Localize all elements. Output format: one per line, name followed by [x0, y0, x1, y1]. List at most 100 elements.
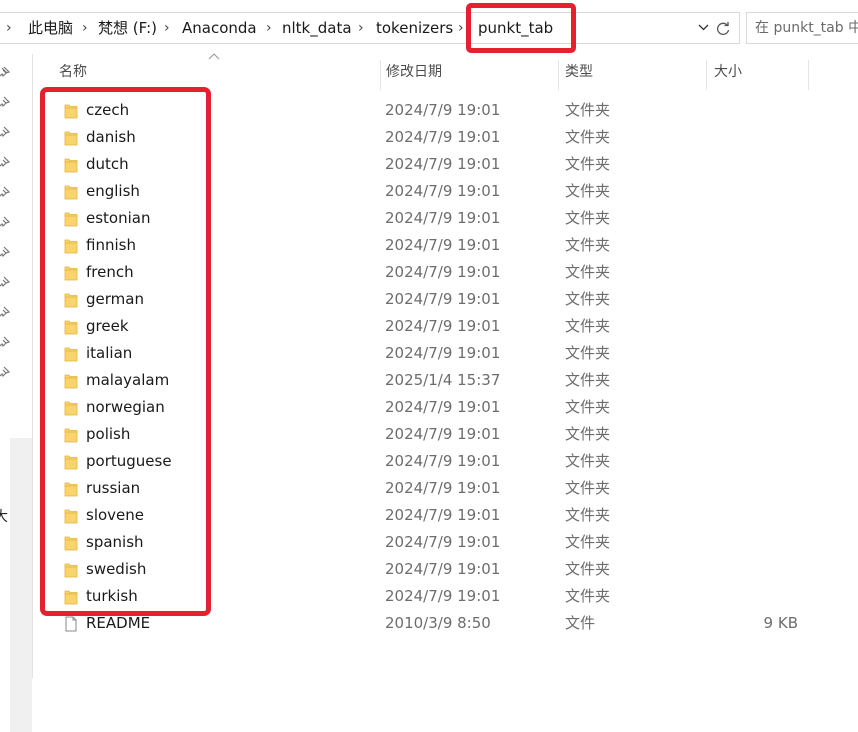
- file-date: 2024/7/9 19:01: [385, 317, 501, 335]
- nav-scrollbar[interactable]: [10, 438, 32, 732]
- pin-icon[interactable]: [0, 336, 10, 348]
- file-size: [726, 97, 798, 124]
- file-type: 文件夹: [565, 317, 611, 335]
- breadcrumb-separator[interactable]: ›: [82, 13, 88, 43]
- column-header-date[interactable]: 修改日期: [386, 56, 442, 88]
- file-size: [726, 232, 798, 259]
- file-type: 文件夹: [565, 101, 611, 119]
- file-type: 文件夹: [565, 560, 611, 578]
- breadcrumb-separator[interactable]: ›: [164, 13, 170, 43]
- file-size: [726, 556, 798, 583]
- file-size: [726, 529, 798, 556]
- file-date: 2024/7/9 19:01: [385, 560, 501, 578]
- breadcrumb-separator: ›: [6, 20, 12, 36]
- file-type: 文件夹: [565, 182, 611, 200]
- pin-icon[interactable]: [0, 66, 10, 78]
- pin-icon[interactable]: [0, 126, 10, 138]
- breadcrumb-separator[interactable]: ›: [266, 13, 272, 43]
- file-date: 2024/7/9 19:01: [385, 344, 501, 362]
- breadcrumb-tokenizers[interactable]: tokenizers: [376, 13, 453, 43]
- file-date: 2024/7/9 19:01: [385, 506, 501, 524]
- file-size: [726, 124, 798, 151]
- file-size: [726, 502, 798, 529]
- file-type: 文件夹: [565, 236, 611, 254]
- file-size: [726, 421, 798, 448]
- address-bar[interactable]: › 此电脑 › 梵想 (F:) › Anaconda › nltk_data ›…: [0, 12, 740, 44]
- pin-icon[interactable]: [0, 96, 10, 108]
- column-header-size[interactable]: 大小: [714, 56, 742, 88]
- file-size: [726, 340, 798, 367]
- file-type: 文件夹: [565, 155, 611, 173]
- file-date: 2024/7/9 19:01: [385, 209, 501, 227]
- file-type: 文件夹: [565, 398, 611, 416]
- column-divider[interactable]: [380, 60, 381, 90]
- file-type: 文件夹: [565, 371, 611, 389]
- file-type: 文件夹: [565, 587, 611, 605]
- file-type: 文件夹: [565, 290, 611, 308]
- file-icon: [64, 616, 78, 632]
- file-size: [726, 313, 798, 340]
- file-size: [726, 205, 798, 232]
- pin-icon[interactable]: [0, 306, 10, 318]
- file-date: 2024/7/9 19:01: [385, 425, 501, 443]
- file-date: 2024/7/9 19:01: [385, 398, 501, 416]
- file-size: [726, 367, 798, 394]
- file-type: 文件夹: [565, 479, 611, 497]
- breadcrumb-nltk-data[interactable]: nltk_data: [282, 13, 352, 43]
- pin-icon[interactable]: [0, 276, 10, 288]
- breadcrumb-anaconda[interactable]: Anaconda: [182, 13, 257, 43]
- file-size: [726, 583, 798, 610]
- column-divider[interactable]: [808, 60, 809, 90]
- pin-icon[interactable]: [0, 156, 10, 168]
- nav-item-label-cut[interactable]: 大: [0, 506, 8, 526]
- file-type: 文件夹: [565, 506, 611, 524]
- file-size: [726, 286, 798, 313]
- file-date: 2025/1/4 15:37: [385, 371, 501, 389]
- refresh-icon[interactable]: [712, 13, 734, 43]
- file-type: 文件夹: [565, 533, 611, 551]
- file-date: 2024/7/9 19:01: [385, 182, 501, 200]
- file-date: 2024/7/9 19:01: [385, 479, 501, 497]
- file-date: 2024/7/9 19:01: [385, 263, 501, 281]
- file-size: [726, 259, 798, 286]
- file-date: 2024/7/9 19:01: [385, 128, 501, 146]
- file-size: [726, 475, 798, 502]
- file-type: 文件夹: [565, 452, 611, 470]
- pin-icon[interactable]: [0, 246, 10, 258]
- breadcrumb-separator[interactable]: ›: [358, 13, 364, 43]
- file-date: 2010/3/9 8:50: [385, 614, 491, 632]
- column-divider[interactable]: [558, 60, 559, 90]
- file-date: 2024/7/9 19:01: [385, 155, 501, 173]
- file-size: [726, 448, 798, 475]
- file-date: 2024/7/9 19:01: [385, 533, 501, 551]
- breadcrumb-drive[interactable]: 梵想 (F:): [98, 13, 157, 43]
- file-type: 文件夹: [565, 425, 611, 443]
- column-divider[interactable]: [706, 60, 707, 90]
- file-date: 2024/7/9 19:01: [385, 236, 501, 254]
- file-size: [726, 178, 798, 205]
- file-type: 文件夹: [565, 344, 611, 362]
- pin-icon[interactable]: [0, 366, 10, 378]
- file-size: [726, 151, 798, 178]
- file-date: 2024/7/9 19:01: [385, 290, 501, 308]
- file-type: 文件: [565, 614, 596, 632]
- current-folder-highlight: [466, 3, 576, 53]
- pin-icon[interactable]: [0, 186, 10, 198]
- column-header-name[interactable]: 名称: [59, 56, 87, 88]
- file-type: 文件夹: [565, 128, 611, 146]
- breadcrumb-this-pc[interactable]: 此电脑: [28, 13, 73, 43]
- chevron-down-icon[interactable]: [694, 13, 712, 43]
- navigation-pane[interactable]: 大: [0, 54, 33, 732]
- file-date: 2024/7/9 19:01: [385, 101, 501, 119]
- folder-list-highlight: [40, 87, 211, 616]
- breadcrumb-separator[interactable]: ›: [458, 13, 464, 43]
- pin-icon[interactable]: [0, 216, 10, 228]
- file-size: [726, 394, 798, 421]
- column-header: 名称 修改日期 类型 大小: [32, 56, 858, 90]
- file-size: 9 KB: [763, 614, 798, 632]
- column-header-type[interactable]: 类型: [565, 56, 593, 88]
- search-input[interactable]: 在 punkt_tab 中搜索: [746, 12, 858, 44]
- file-date: 2024/7/9 19:01: [385, 587, 501, 605]
- file-type: 文件夹: [565, 209, 611, 227]
- file-date: 2024/7/9 19:01: [385, 452, 501, 470]
